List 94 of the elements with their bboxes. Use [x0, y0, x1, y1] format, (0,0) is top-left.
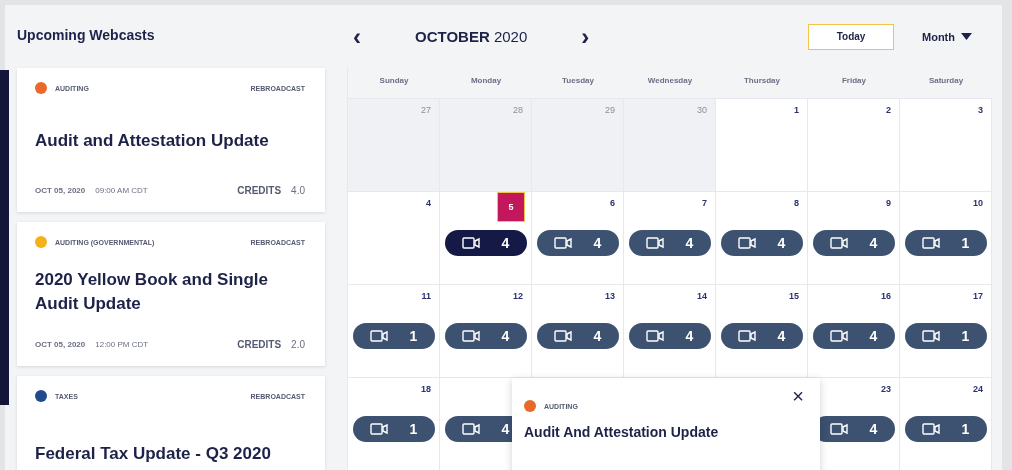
day-number: 28 [512, 104, 524, 117]
day-cell[interactable]: 17 1 [900, 284, 992, 377]
webcast-count-pill[interactable]: 4 [812, 230, 895, 256]
webcast-count-pill[interactable]: 1 [904, 230, 987, 256]
day-number: 27 [420, 104, 432, 117]
video-camera-icon [369, 330, 388, 342]
day-cell[interactable]: 11 1 [348, 284, 440, 377]
video-camera-icon [737, 237, 756, 249]
video-camera-icon [921, 423, 940, 435]
video-camera-icon [829, 237, 848, 249]
video-camera-icon [553, 330, 572, 342]
webcast-count-pill[interactable]: 1 [352, 416, 435, 442]
date-text: OCT 05, 2020 [35, 186, 86, 195]
video-camera-icon [461, 237, 480, 249]
webcast-count-pill[interactable]: 1 [904, 323, 987, 349]
day-number: 30 [696, 104, 708, 117]
webcast-count-pill[interactable]: 4 [720, 323, 803, 349]
webcast-count-pill[interactable]: 4 [812, 323, 895, 349]
video-camera-icon [921, 330, 940, 342]
day-number: 29 [604, 104, 616, 117]
caret-icon [961, 33, 972, 40]
day-number: 1 [793, 104, 800, 117]
day-number: 18 [420, 383, 432, 396]
view-dropdown[interactable]: Month [916, 29, 978, 44]
credits-label: CREDITS [237, 185, 282, 196]
day-number: 9 [885, 197, 892, 210]
day-cell[interactable]: 24 1 [900, 377, 992, 470]
next-button[interactable]: › [575, 22, 596, 51]
day-number: 14 [696, 290, 708, 303]
webcast-count-pill[interactable]: 1 [904, 416, 987, 442]
video-camera-icon [921, 237, 940, 249]
video-camera-icon [829, 330, 848, 342]
day-cell[interactable]: 12 4 [440, 284, 532, 377]
day-number: 2 [885, 104, 892, 117]
credits-label: CREDITS [237, 339, 282, 350]
webcast-count-pill[interactable]: 1 [352, 323, 435, 349]
day-cell[interactable]: 2 [808, 98, 900, 191]
section-title: Upcoming Webcasts [17, 26, 156, 45]
video-camera-icon [737, 330, 756, 342]
day-cell[interactable]: 13 4 [532, 284, 624, 377]
webcast-count-pill[interactable]: 4 [628, 323, 711, 349]
video-camera-icon [553, 237, 572, 249]
day-number: 11 [420, 290, 432, 303]
credits-value: 4.0 [291, 185, 305, 196]
day-number: 5 [497, 192, 525, 222]
video-camera-icon [461, 330, 480, 342]
day-number: 23 [880, 383, 892, 396]
day-number: 4 [425, 197, 432, 210]
video-camera-icon [645, 237, 664, 249]
day-number: 12 [512, 290, 524, 303]
day-number: 6 [609, 197, 616, 210]
webcast-count-pill[interactable]: 4 [444, 230, 527, 256]
video-camera-icon [369, 423, 388, 435]
webcast-title: 2020 Yellow Book and Single Audit Update [35, 268, 270, 315]
day-cell[interactable]: 16 4 [808, 284, 900, 377]
today-button[interactable]: Today [808, 23, 894, 50]
day-cell[interactable]: 3 [900, 98, 992, 191]
day-number: 16 [880, 290, 892, 303]
day-cell[interactable]: 6 4 [532, 191, 624, 284]
day-cell[interactable]: 8 4 [716, 191, 808, 284]
day-cell[interactable]: 5 4 [440, 191, 532, 284]
day-number: 8 [793, 197, 800, 210]
day-number: 13 [604, 290, 616, 303]
day-number: 15 [788, 290, 800, 303]
day-cell[interactable]: 10 1 [900, 191, 992, 284]
webcast-count-pill[interactable]: 4 [720, 230, 803, 256]
webcast-count-pill[interactable]: 4 [628, 230, 711, 256]
webcast-count-pill[interactable]: 4 [536, 230, 619, 256]
day-number: 17 [972, 290, 984, 303]
day-number: 3 [977, 104, 984, 117]
day-cell[interactable]: 15 4 [716, 284, 808, 377]
time-text: 12:00 PM CDT [95, 340, 150, 349]
day-number: 24 [972, 383, 984, 396]
time-text: 09:00 AM CDT [95, 186, 149, 195]
credits-value: 2.0 [291, 339, 305, 350]
webcast-count-pill[interactable]: 4 [444, 323, 527, 349]
webcast-count-pill[interactable]: 4 [536, 323, 619, 349]
webcast-title: Audit and Attestation Update [35, 129, 270, 152]
previous-button[interactable]: ‹ [347, 22, 367, 51]
video-camera-icon [645, 330, 664, 342]
month-title: OCTOBER 2020 [415, 28, 528, 45]
video-camera-icon [829, 423, 848, 435]
date-text: OCT 05, 2020 [35, 340, 86, 349]
day-cell[interactable]: 7 4 [624, 191, 716, 284]
webcast-title: Federal Tax Update - Q3 2020 [35, 443, 272, 465]
day-number: 7 [701, 197, 708, 210]
close-button[interactable]: × [786, 384, 810, 409]
day-cell[interactable]: 4 [348, 191, 440, 284]
video-camera-icon [461, 423, 480, 435]
day-number: 10 [972, 197, 984, 210]
day-cell[interactable]: 18 1 [348, 377, 440, 470]
day-cell[interactable]: 1 [716, 98, 808, 191]
day-cell[interactable]: 9 4 [808, 191, 900, 284]
day-cell[interactable]: 14 4 [624, 284, 716, 377]
